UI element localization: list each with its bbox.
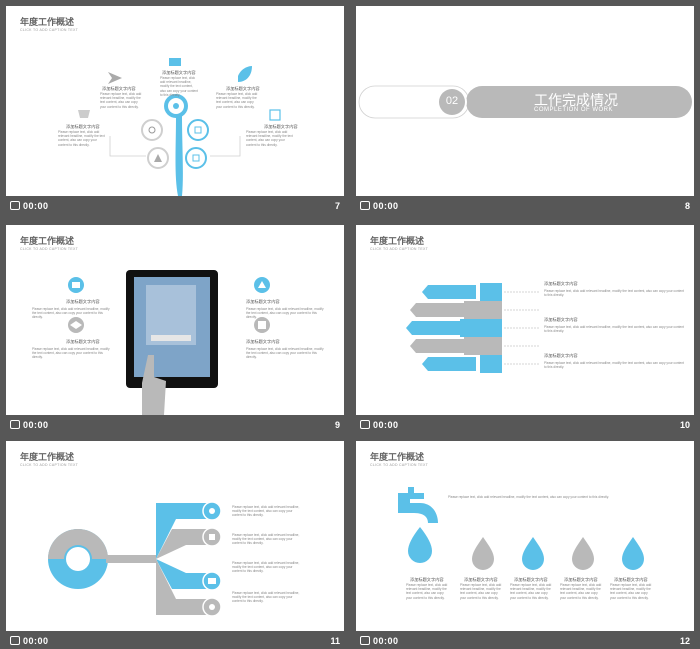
slide-number: 7	[334, 201, 340, 211]
clock-icon	[10, 636, 20, 645]
slide-thumbnail-12[interactable]: 年度工作概述 CLICK TO ADD CAPTION TEXT Please …	[356, 441, 694, 649]
clock-icon	[360, 201, 370, 210]
time-label: 00:00	[10, 417, 49, 433]
item-body: Please replace text, click add relevant …	[246, 307, 324, 320]
item-label: 添加标题文字内容	[544, 317, 578, 322]
item-body: Please replace text, click add relevant …	[100, 92, 142, 109]
section-banner	[358, 85, 692, 119]
item-body: Please replace text, click add relevant …	[232, 561, 300, 574]
slide-number: 11	[330, 636, 340, 646]
item-label: 添加标题文字内容	[66, 299, 100, 304]
item-body: Please replace text, click add relevant …	[406, 583, 448, 600]
slide-footer: 00:00 10	[356, 417, 694, 433]
intro-body: Please replace text, click add relevant …	[448, 495, 609, 499]
item-body: Please replace text, click add relevant …	[460, 583, 502, 600]
item-body: Please replace text, click add relevant …	[32, 307, 110, 320]
slide-number: 9	[334, 420, 340, 430]
slide-thumbnail-11[interactable]: 年度工作概述 CLICK TO ADD CAPTION TEXT Please …	[6, 441, 344, 649]
slide-number: 8	[684, 201, 690, 211]
slide-canvas: 年度工作概述 CLICK TO ADD CAPTION TEXT 添加标题文字内…	[356, 225, 694, 415]
time-label: 00:00	[360, 633, 399, 649]
clock-icon	[10, 420, 20, 429]
item-body: Please replace text, click add relevant …	[544, 361, 684, 370]
item-body: Please replace text, click add relevant …	[544, 325, 684, 334]
item-body: Please replace text, click add relevant …	[32, 347, 110, 360]
slide-thumbnail-7[interactable]: 年度工作概述 CLICK TO ADD CAPTION TEXT 添加标题文字内…	[6, 6, 344, 214]
item-body: Please replace text, click add relevant …	[232, 533, 300, 546]
slide-footer: 00:00 7	[6, 198, 344, 214]
item-label: 添加标题文字内容	[544, 353, 578, 358]
item-body: Please replace text, click add relevant …	[246, 347, 324, 360]
item-body: Please replace text, click add relevant …	[610, 583, 652, 600]
section-number: 02	[445, 95, 459, 107]
slide-canvas: 年度工作概述 CLICK TO ADD CAPTION TEXT Please …	[6, 441, 344, 631]
slide-canvas: 02 工作完成情况 COMPLETION OF WORK	[356, 6, 694, 196]
item-body: Please replace text, click add relevant …	[544, 289, 684, 298]
slide-footer: 00:00 8	[356, 198, 694, 214]
slide-number: 12	[679, 636, 690, 646]
item-label: 添加标题文字内容	[246, 339, 280, 344]
item-body: Please replace text, click add relevant …	[160, 76, 198, 97]
slide-thumbnail-8[interactable]: 02 工作完成情况 COMPLETION OF WORK 00:00 8	[356, 6, 694, 214]
slide-canvas: 年度工作概述 CLICK TO ADD CAPTION TEXT 添加标题文字内…	[6, 6, 344, 196]
clock-icon	[360, 636, 370, 645]
item-body: Please replace text, click add relevant …	[510, 583, 552, 600]
slide-canvas: 年度工作概述 CLICK TO ADD CAPTION TEXT Please …	[356, 441, 694, 631]
item-body: Please replace text, click add relevant …	[232, 591, 300, 604]
item-body: Please replace text, click add relevant …	[58, 130, 105, 147]
item-label: 添加标题文字内容	[66, 339, 100, 344]
item-body: Please replace text, click add relevant …	[216, 92, 258, 109]
clock-icon	[10, 201, 20, 210]
time-label: 00:00	[360, 417, 399, 433]
flower-diagram	[78, 58, 281, 196]
slide-footer: 00:00 9	[6, 417, 344, 433]
tablet-graphic	[68, 270, 270, 415]
item-body: Please replace text, click add relevant …	[232, 505, 300, 518]
item-body: Please replace text, click add relevant …	[560, 583, 602, 600]
slide-canvas: 年度工作概述 CLICK TO ADD CAPTION TEXT 添加标题文字内…	[6, 225, 344, 415]
faucet-drops-diagram	[398, 487, 644, 570]
item-body: Please replace text, click add relevant …	[246, 130, 293, 147]
slide-footer: 00:00 12	[356, 633, 694, 649]
section-subtitle: COMPLETION OF WORK	[534, 107, 614, 113]
slide-footer: 00:00 11	[6, 633, 344, 649]
time-label: 00:00	[360, 198, 399, 214]
item-label: 添加标题文字内容	[544, 281, 578, 286]
slide-thumbnail-9[interactable]: 年度工作概述 CLICK TO ADD CAPTION TEXT 添加标题文字内…	[6, 225, 344, 433]
slide-number: 10	[679, 420, 690, 430]
time-label: 00:00	[10, 198, 49, 214]
stacked-arrows	[406, 283, 540, 373]
item-label: 添加标题文字内容	[246, 299, 280, 304]
clock-icon	[360, 420, 370, 429]
time-label: 00:00	[10, 633, 49, 649]
slide-thumbnail-10[interactable]: 年度工作概述 CLICK TO ADD CAPTION TEXT 添加标题文字内…	[356, 225, 694, 433]
